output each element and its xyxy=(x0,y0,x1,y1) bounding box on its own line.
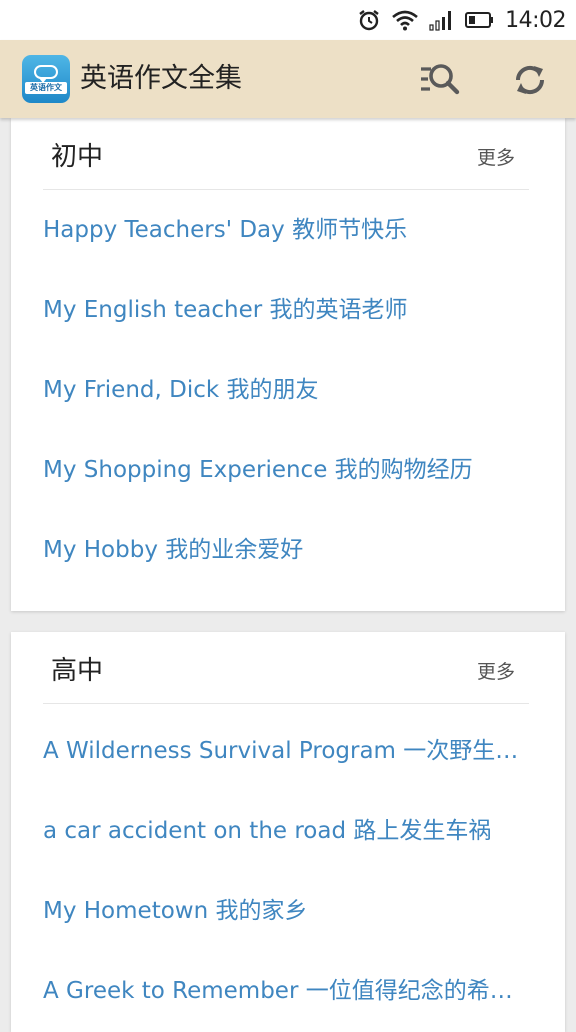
section-title: 高中 xyxy=(51,656,104,686)
section-header: 初中 更多 xyxy=(43,118,529,190)
list-item[interactable]: A Wilderness Survival Program 一次野生动物生存计划 xyxy=(43,711,535,791)
status-time: 14:02 xyxy=(505,7,566,33)
list-item[interactable]: A Greek to Remember 一位值得纪念的希腊人 xyxy=(43,951,535,1031)
search-icon xyxy=(421,64,460,95)
list-item[interactable]: My English teacher 我的英语老师 xyxy=(43,270,535,350)
app-title: 英语作文全集 xyxy=(80,63,242,94)
section-card-junior: 初中 更多 Happy Teachers' Day 教师节快乐 My Engli… xyxy=(11,118,565,611)
list-item[interactable]: My Shopping Experience 我的购物经历 xyxy=(43,430,535,510)
refresh-icon xyxy=(515,65,545,95)
list-item[interactable]: My Hometown 我的家乡 xyxy=(43,871,535,951)
alarm-icon xyxy=(357,8,381,32)
list-item[interactable]: My Friend, Dick 我的朋友 xyxy=(43,350,535,430)
section-title: 初中 xyxy=(51,142,104,172)
more-link[interactable]: 更多 xyxy=(477,657,515,684)
search-button[interactable] xyxy=(418,58,462,102)
list-item[interactable]: Happy Teachers' Day 教师节快乐 xyxy=(43,190,535,270)
section-header: 高中 更多 xyxy=(43,632,529,704)
app-logo-text: 英语作文 xyxy=(25,81,67,94)
app-logo: 英语作文 xyxy=(22,55,70,103)
status-bar: 14:02 xyxy=(0,0,576,40)
wifi-icon xyxy=(391,9,419,31)
signal-icon xyxy=(429,9,455,31)
refresh-button[interactable] xyxy=(508,58,552,102)
list-item[interactable]: My Hobby 我的业余爱好 xyxy=(43,510,535,590)
speech-bubble-icon xyxy=(34,64,58,83)
battery-icon xyxy=(465,11,495,29)
app-bar: 英语作文 英语作文全集 xyxy=(0,40,576,118)
more-link[interactable]: 更多 xyxy=(477,143,515,170)
section-card-senior: 高中 更多 A Wilderness Survival Program 一次野生… xyxy=(11,632,565,1032)
list-item[interactable]: a car accident on the road 路上发生车祸 xyxy=(43,791,535,871)
